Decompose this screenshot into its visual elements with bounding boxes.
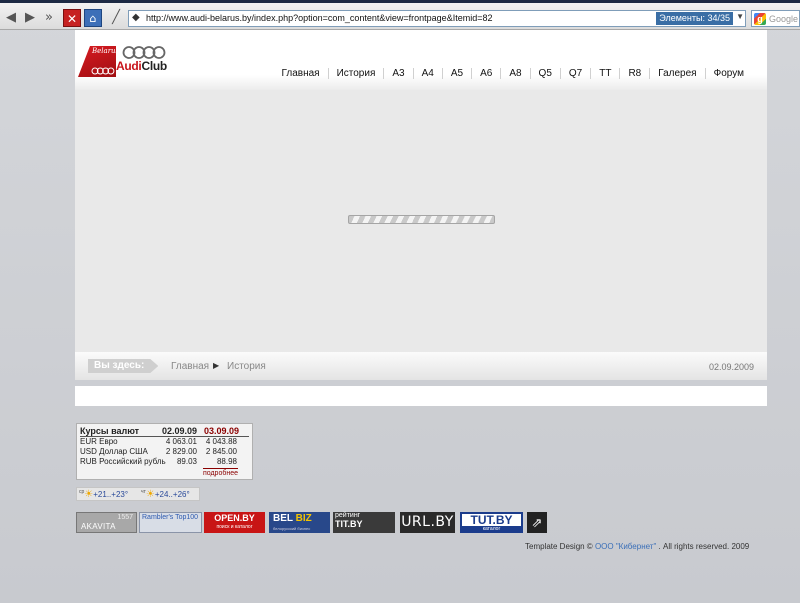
stop-icon[interactable]: ✕ xyxy=(63,9,81,27)
breadcrumb-label: Вы здесь: xyxy=(88,359,158,373)
rambler-counter[interactable]: Rambler's Top100 xyxy=(139,512,202,533)
tools-icon[interactable]: ╱ xyxy=(107,9,125,27)
arrow-banner[interactable]: ⇗ xyxy=(527,512,547,533)
currency-date-1: 02.09.09 xyxy=(161,426,197,436)
breadcrumb-arrow-icon: ▶ xyxy=(213,361,220,370)
fast-forward-icon[interactable]: » xyxy=(40,9,58,27)
currency-name: RUB Российский рубль xyxy=(80,457,166,466)
akavita-counter[interactable]: 1557 AKAVITA xyxy=(76,512,137,533)
copyright-suffix: . All rights reserved. 2009 xyxy=(658,542,750,551)
nav-item-a3[interactable]: A3 xyxy=(383,68,412,79)
logo-badge[interactable]: Belarus xyxy=(78,46,116,77)
weather-day-1: ср☀+21..+23° xyxy=(79,489,128,500)
currency-widget: Курсы валют 02.09.09 03.09.09 EUR Евро 4… xyxy=(76,423,253,480)
site-header: Belarus AudiClub Главная История A3 A4 A… xyxy=(75,30,767,90)
logo-text-audi: Audi xyxy=(116,59,142,73)
sun-icon: ☀ xyxy=(145,489,155,500)
currency-value-1: 2 829.00 xyxy=(165,447,197,456)
copyright: Template Design © ООО "Кибернет" . All r… xyxy=(525,542,749,551)
rambler-label: Rambler's Top100 xyxy=(142,514,199,521)
nav-item-a5[interactable]: A5 xyxy=(441,68,471,79)
nav-item-q5[interactable]: Q5 xyxy=(529,68,560,79)
weather-temp: +21..+23° xyxy=(93,490,129,499)
chevron-down-icon[interactable]: ▼ xyxy=(736,12,744,21)
breadcrumb-home-link[interactable]: Главная xyxy=(171,361,209,372)
sun-icon: ☀ xyxy=(84,489,94,500)
url-text[interactable]: http://www.audi-belarus.by/index.php?opt… xyxy=(146,13,492,23)
belbiz-label-b: BIZ xyxy=(295,513,312,524)
weather-widget[interactable]: ср☀+21..+23° чт☀+24..+26° xyxy=(76,487,200,501)
currency-value-1: 89.03 xyxy=(176,457,197,466)
copyright-prefix: Template Design © xyxy=(525,542,593,551)
audi-rings-icon xyxy=(122,46,166,59)
search-placeholder: Google xyxy=(769,14,799,24)
urlby-label: URL.BY xyxy=(401,514,454,530)
elements-badge: Элементы: 34/35 xyxy=(656,12,733,25)
nav-item-a6[interactable]: A6 xyxy=(471,68,500,79)
footer-bar xyxy=(75,386,767,406)
address-bar[interactable]: ◆ http://www.audi-belarus.by/index.php?o… xyxy=(128,10,746,27)
arrow-icon: ⇗ xyxy=(531,515,543,530)
nav-item-a8[interactable]: A8 xyxy=(500,68,529,79)
currency-name: EUR Евро xyxy=(80,437,118,446)
breadcrumb-current: История xyxy=(227,361,266,372)
page-date: 02.09.2009 xyxy=(708,362,754,372)
currency-header: Курсы валют 02.09.09 03.09.09 xyxy=(80,426,249,437)
currency-row: USD Доллар США 2 829.00 2 845.00 xyxy=(80,447,249,457)
currency-date-2: 03.09.09 xyxy=(203,426,239,436)
currency-value-2: 4 043.88 xyxy=(205,437,237,446)
page-icon: ◆ xyxy=(132,12,140,23)
titby-label: TIT.BY xyxy=(335,519,363,529)
openby-sub: поиск и каталог xyxy=(216,524,253,530)
currency-value-1: 4 063.01 xyxy=(165,437,197,446)
nav-item-tt[interactable]: TT xyxy=(590,68,619,79)
back-icon[interactable]: ◀ xyxy=(2,9,20,27)
akavita-count: 1557 xyxy=(117,514,133,521)
weather-temp: +24..+26° xyxy=(154,490,190,499)
search-input[interactable]: g Google xyxy=(751,10,800,27)
nav-item-q7[interactable]: Q7 xyxy=(559,68,590,79)
weather-day-2: чт☀+24..+26° xyxy=(141,489,190,500)
nav-item-gallery[interactable]: Галерея xyxy=(649,68,704,79)
belbiz-sub: белорусский бизнес xyxy=(273,526,311,531)
logo-tag: Belarus xyxy=(92,47,120,55)
titby-banner[interactable]: рейтинг TIT.BY xyxy=(333,512,395,533)
main-nav: Главная История A3 A4 A5 A6 A8 Q5 Q7 TT … xyxy=(274,68,752,79)
currency-row: EUR Евро 4 063.01 4 043.88 xyxy=(80,437,249,447)
nav-item-r8[interactable]: R8 xyxy=(619,68,649,79)
tutby-banner[interactable]: TUT.BY каталог xyxy=(460,512,523,533)
openby-banner[interactable]: OPEN.BY поиск и каталог xyxy=(204,512,265,533)
nav-item-history[interactable]: История xyxy=(327,68,384,79)
logo-text[interactable]: AudiClub xyxy=(116,59,167,73)
company-link[interactable]: ООО "Кибернет" xyxy=(595,542,656,551)
nav-item-home[interactable]: Главная xyxy=(274,68,328,79)
browser-toolbar: ◀ ▶ » ✕ ⌂ ╱ ◆ http://www.audi-belarus.by… xyxy=(0,0,800,30)
home-icon[interactable]: ⌂ xyxy=(84,9,102,27)
currency-name: USD Доллар США xyxy=(80,447,148,456)
openby-label: OPEN.BY xyxy=(214,513,255,523)
loading-bar xyxy=(348,215,495,224)
belbiz-label-a: BEL xyxy=(273,513,293,524)
currency-title: Курсы валют xyxy=(80,426,140,436)
currency-value-2: 2 845.00 xyxy=(205,447,237,456)
google-icon: g xyxy=(754,13,766,25)
belbiz-banner[interactable]: BEL BIZ белорусский бизнес xyxy=(269,512,330,533)
akavita-label: AKAVITA xyxy=(81,522,116,531)
currency-row: RUB Российский рубль 89.03 88.98 xyxy=(80,457,249,467)
currency-value-2: 88.98 xyxy=(216,457,237,466)
breadcrumb: Вы здесь: Главная ▶ История 02.09.2009 xyxy=(75,352,767,380)
content-area xyxy=(75,90,767,352)
nav-item-forum[interactable]: Форум xyxy=(704,68,752,79)
currency-more-link[interactable]: подробнее xyxy=(202,468,238,477)
tutby-label: TUT.BY xyxy=(470,513,513,527)
nav-item-a4[interactable]: A4 xyxy=(412,68,442,79)
forward-icon[interactable]: ▶ xyxy=(21,9,39,27)
site-page: Belarus AudiClub Главная История A3 A4 A… xyxy=(75,30,767,380)
logo-text-club: Club xyxy=(141,59,167,73)
titby-top: рейтинг xyxy=(335,512,361,519)
urlby-banner[interactable]: URL.BY xyxy=(400,512,455,533)
audi-rings-small-icon xyxy=(91,67,115,75)
